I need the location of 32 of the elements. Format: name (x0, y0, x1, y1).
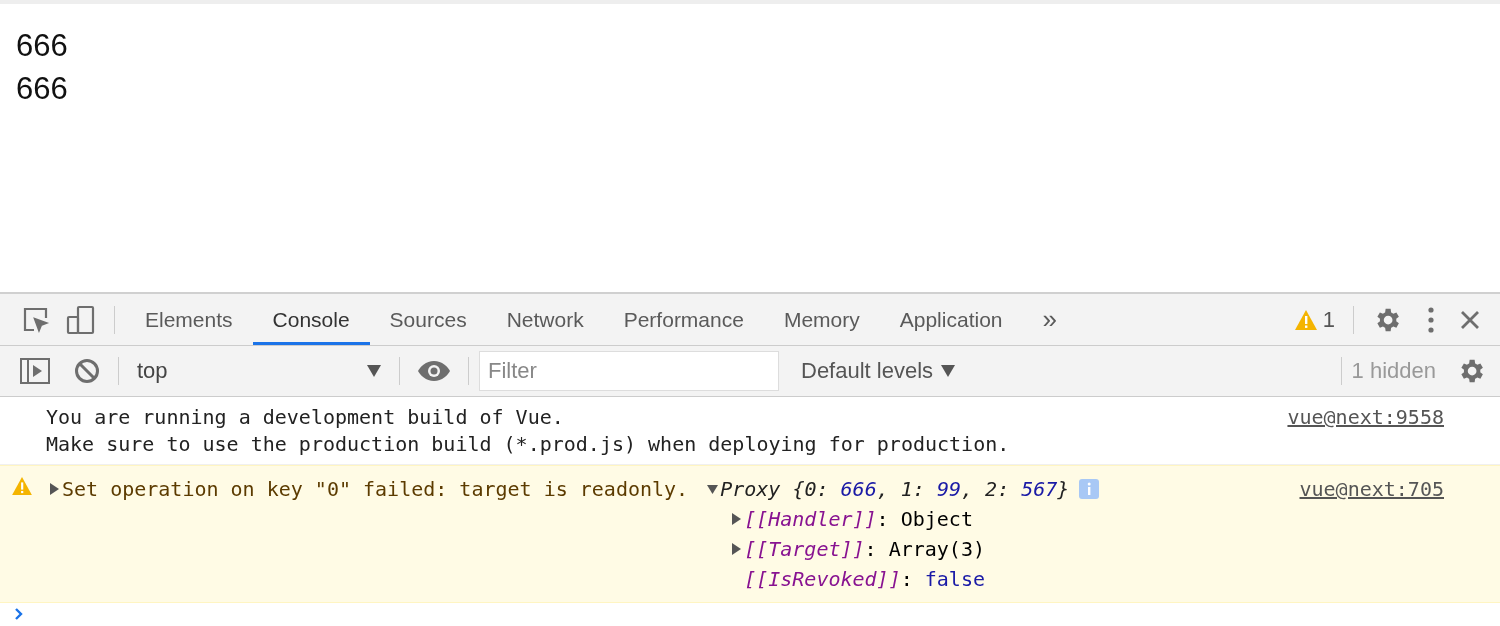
clear-console-icon[interactable] (74, 358, 100, 384)
devtools-tab[interactable]: Performance (603, 297, 764, 345)
more-tabs-button[interactable]: » (1022, 297, 1077, 345)
devtools-tab[interactable]: Memory (763, 297, 880, 345)
log-levels-dropdown[interactable]: Default levels (795, 357, 962, 385)
warning-count-button[interactable]: 1 (1294, 294, 1335, 345)
context-dropdown[interactable]: top (129, 358, 389, 384)
source-link[interactable]: vue@next:9558 (1287, 404, 1444, 431)
expanded-triangle-icon[interactable] (704, 483, 721, 495)
dropdown-caret-icon (367, 365, 381, 377)
eye-icon[interactable] (418, 361, 450, 381)
warning-icon (12, 477, 32, 495)
devtools-tab[interactable]: Application (879, 297, 1023, 345)
page-text: 666 (16, 27, 68, 65)
console-message: Make sure to use the production build (*.prod.js) when deploying for production. (46, 431, 1010, 458)
hidden-count: 1 hidden (1351, 358, 1436, 384)
devtools-tab[interactable]: Elements (125, 297, 253, 345)
prompt-chevron-icon (14, 607, 24, 621)
object-property: [[IsRevoked]]: false (744, 566, 985, 593)
sidebar-toggle-icon[interactable] (20, 358, 50, 384)
object-property: [[Handler]]: Object (744, 506, 973, 533)
devtools-tab[interactable]: Sources (369, 297, 487, 345)
dropdown-caret-icon (941, 365, 956, 377)
proxy-summary: Proxy {0: 666, 1: 99, 2: 567} (720, 476, 1070, 503)
warning-message: Set operation on key "0" failed: target is readonly. (62, 476, 689, 503)
filter-field[interactable]: Filter (479, 351, 779, 391)
devtools-tab[interactable]: Network (486, 297, 604, 345)
console-message: You are running a development build of Vue. (46, 404, 564, 431)
source-link[interactable]: vue@next:705 (1299, 474, 1444, 504)
page-text: 666 (16, 70, 68, 108)
object-property: [[Target]]: Array(3) (744, 536, 985, 563)
warning-icon (1294, 309, 1317, 330)
